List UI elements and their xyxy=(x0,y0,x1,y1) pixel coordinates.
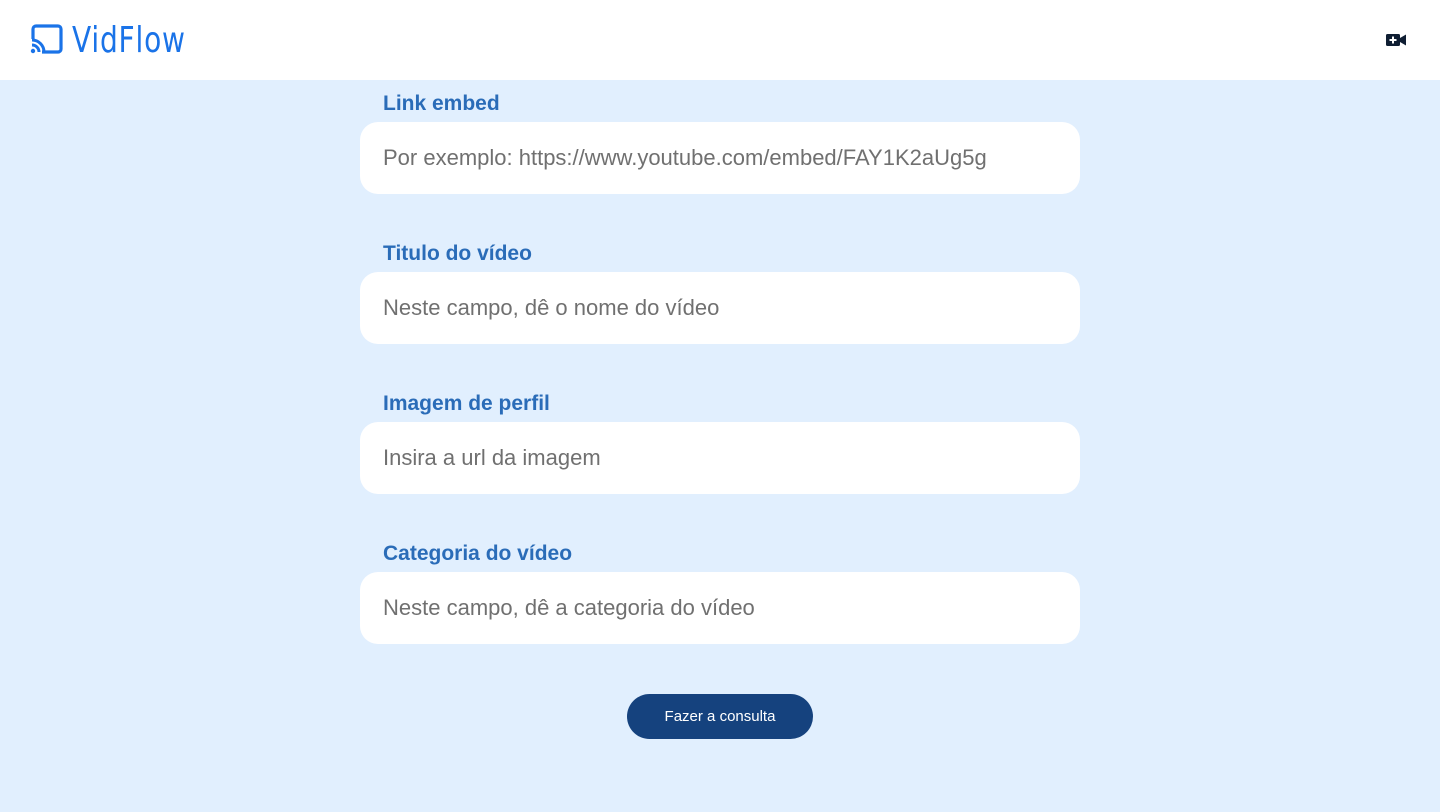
video-camera-add-icon[interactable] xyxy=(1386,32,1406,48)
profile-image-input[interactable] xyxy=(360,422,1080,494)
logo-text: VidFlow xyxy=(72,19,186,61)
video-title-label: Titulo do vídeo xyxy=(383,242,532,265)
video-category-label: Categoria do vídeo xyxy=(383,542,573,565)
submit-button[interactable]: Fazer a consulta xyxy=(627,694,813,739)
video-title-input-wrapper xyxy=(360,272,1080,344)
embed-link-input[interactable] xyxy=(360,122,1080,194)
embed-link-label: Link embed xyxy=(383,92,500,115)
video-category-input[interactable] xyxy=(360,572,1080,644)
profile-image-input-wrapper xyxy=(360,422,1080,494)
video-category-input-wrapper xyxy=(360,572,1080,644)
video-title-input[interactable] xyxy=(360,272,1080,344)
cast-icon xyxy=(30,24,63,55)
header: VidFlow xyxy=(0,0,1440,80)
profile-image-label: Imagem de perfil xyxy=(383,392,550,415)
embed-link-input-wrapper xyxy=(360,122,1080,194)
logo[interactable]: VidFlow xyxy=(30,19,218,61)
